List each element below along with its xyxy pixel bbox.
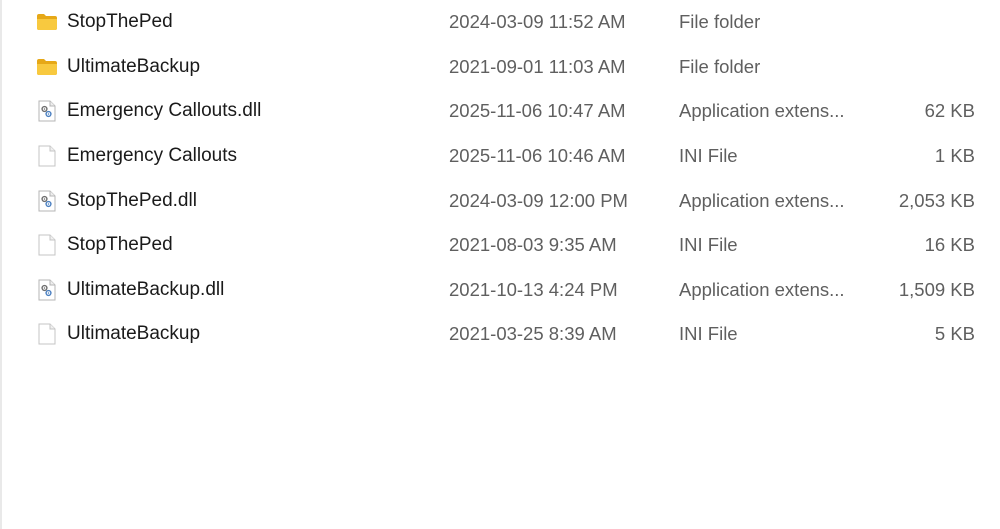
file-type: INI File	[679, 145, 738, 167]
file-name: StopThePed	[67, 11, 173, 33]
file-date-modified: 2025-11-06 10:47 AM	[449, 100, 626, 122]
ini-file-icon	[36, 145, 58, 167]
file-name: UltimateBackup	[67, 323, 201, 345]
file-date-modified: 2021-08-03 9:35 AM	[449, 234, 617, 256]
file-size: 5 KB	[934, 323, 975, 345]
file-name: UltimateBackup	[67, 55, 201, 77]
file-row[interactable]: StopThePed 2021-08-03 9:35 AM INI File 1…	[0, 223, 1000, 268]
file-date-modified: 2025-11-06 10:46 AM	[449, 145, 626, 167]
file-type: Application extens...	[679, 189, 845, 211]
file-type: Application extens...	[679, 278, 845, 300]
file-type: File folder	[679, 55, 761, 77]
dll-file-icon	[36, 100, 58, 122]
file-row[interactable]: Emergency Callouts.dll 2025-11-06 10:47 …	[0, 89, 1000, 134]
file-type: INI File	[679, 234, 738, 256]
file-row[interactable]: Emergency Callouts 2025-11-06 10:46 AM I…	[0, 134, 1000, 179]
file-type: Application extens...	[679, 100, 845, 122]
file-size: 1 KB	[934, 145, 975, 167]
file-name: StopThePed	[67, 234, 173, 256]
file-date-modified: 2024-03-09 12:00 PM	[449, 189, 628, 211]
file-list: StopThePed 2024-03-09 11:52 AM File fold…	[0, 0, 1000, 357]
file-size: 2,053 KB	[898, 189, 975, 211]
file-date-modified: 2021-09-01 11:03 AM	[449, 55, 626, 77]
ini-file-icon	[36, 323, 58, 345]
dll-file-icon	[36, 190, 58, 212]
file-row[interactable]: UltimateBackup 2021-03-25 8:39 AM INI Fi…	[0, 312, 1000, 357]
file-name: Emergency Callouts.dll	[67, 100, 262, 122]
file-row[interactable]: UltimateBackup 2021-09-01 11:03 AM File …	[0, 45, 1000, 90]
file-type: INI File	[679, 323, 738, 345]
ini-file-icon	[36, 234, 58, 256]
file-date-modified: 2021-10-13 4:24 PM	[449, 278, 618, 300]
folder-icon	[36, 11, 58, 33]
file-name: Emergency Callouts	[67, 145, 238, 167]
dll-file-icon	[36, 279, 58, 301]
file-name: StopThePed.dll	[67, 189, 197, 211]
file-name: UltimateBackup.dll	[67, 278, 225, 300]
file-date-modified: 2021-03-25 8:39 AM	[449, 323, 617, 345]
file-size: 62 KB	[924, 100, 975, 122]
file-row[interactable]: StopThePed.dll 2024-03-09 12:00 PM Appli…	[0, 178, 1000, 223]
file-size: 1,509 KB	[898, 278, 975, 300]
file-size: 16 KB	[924, 234, 975, 256]
file-row[interactable]: UltimateBackup.dll 2021-10-13 4:24 PM Ap…	[0, 268, 1000, 313]
file-row[interactable]: StopThePed 2024-03-09 11:52 AM File fold…	[0, 0, 1000, 45]
file-date-modified: 2024-03-09 11:52 AM	[449, 11, 626, 33]
folder-icon	[36, 56, 58, 78]
file-type: File folder	[679, 11, 761, 33]
